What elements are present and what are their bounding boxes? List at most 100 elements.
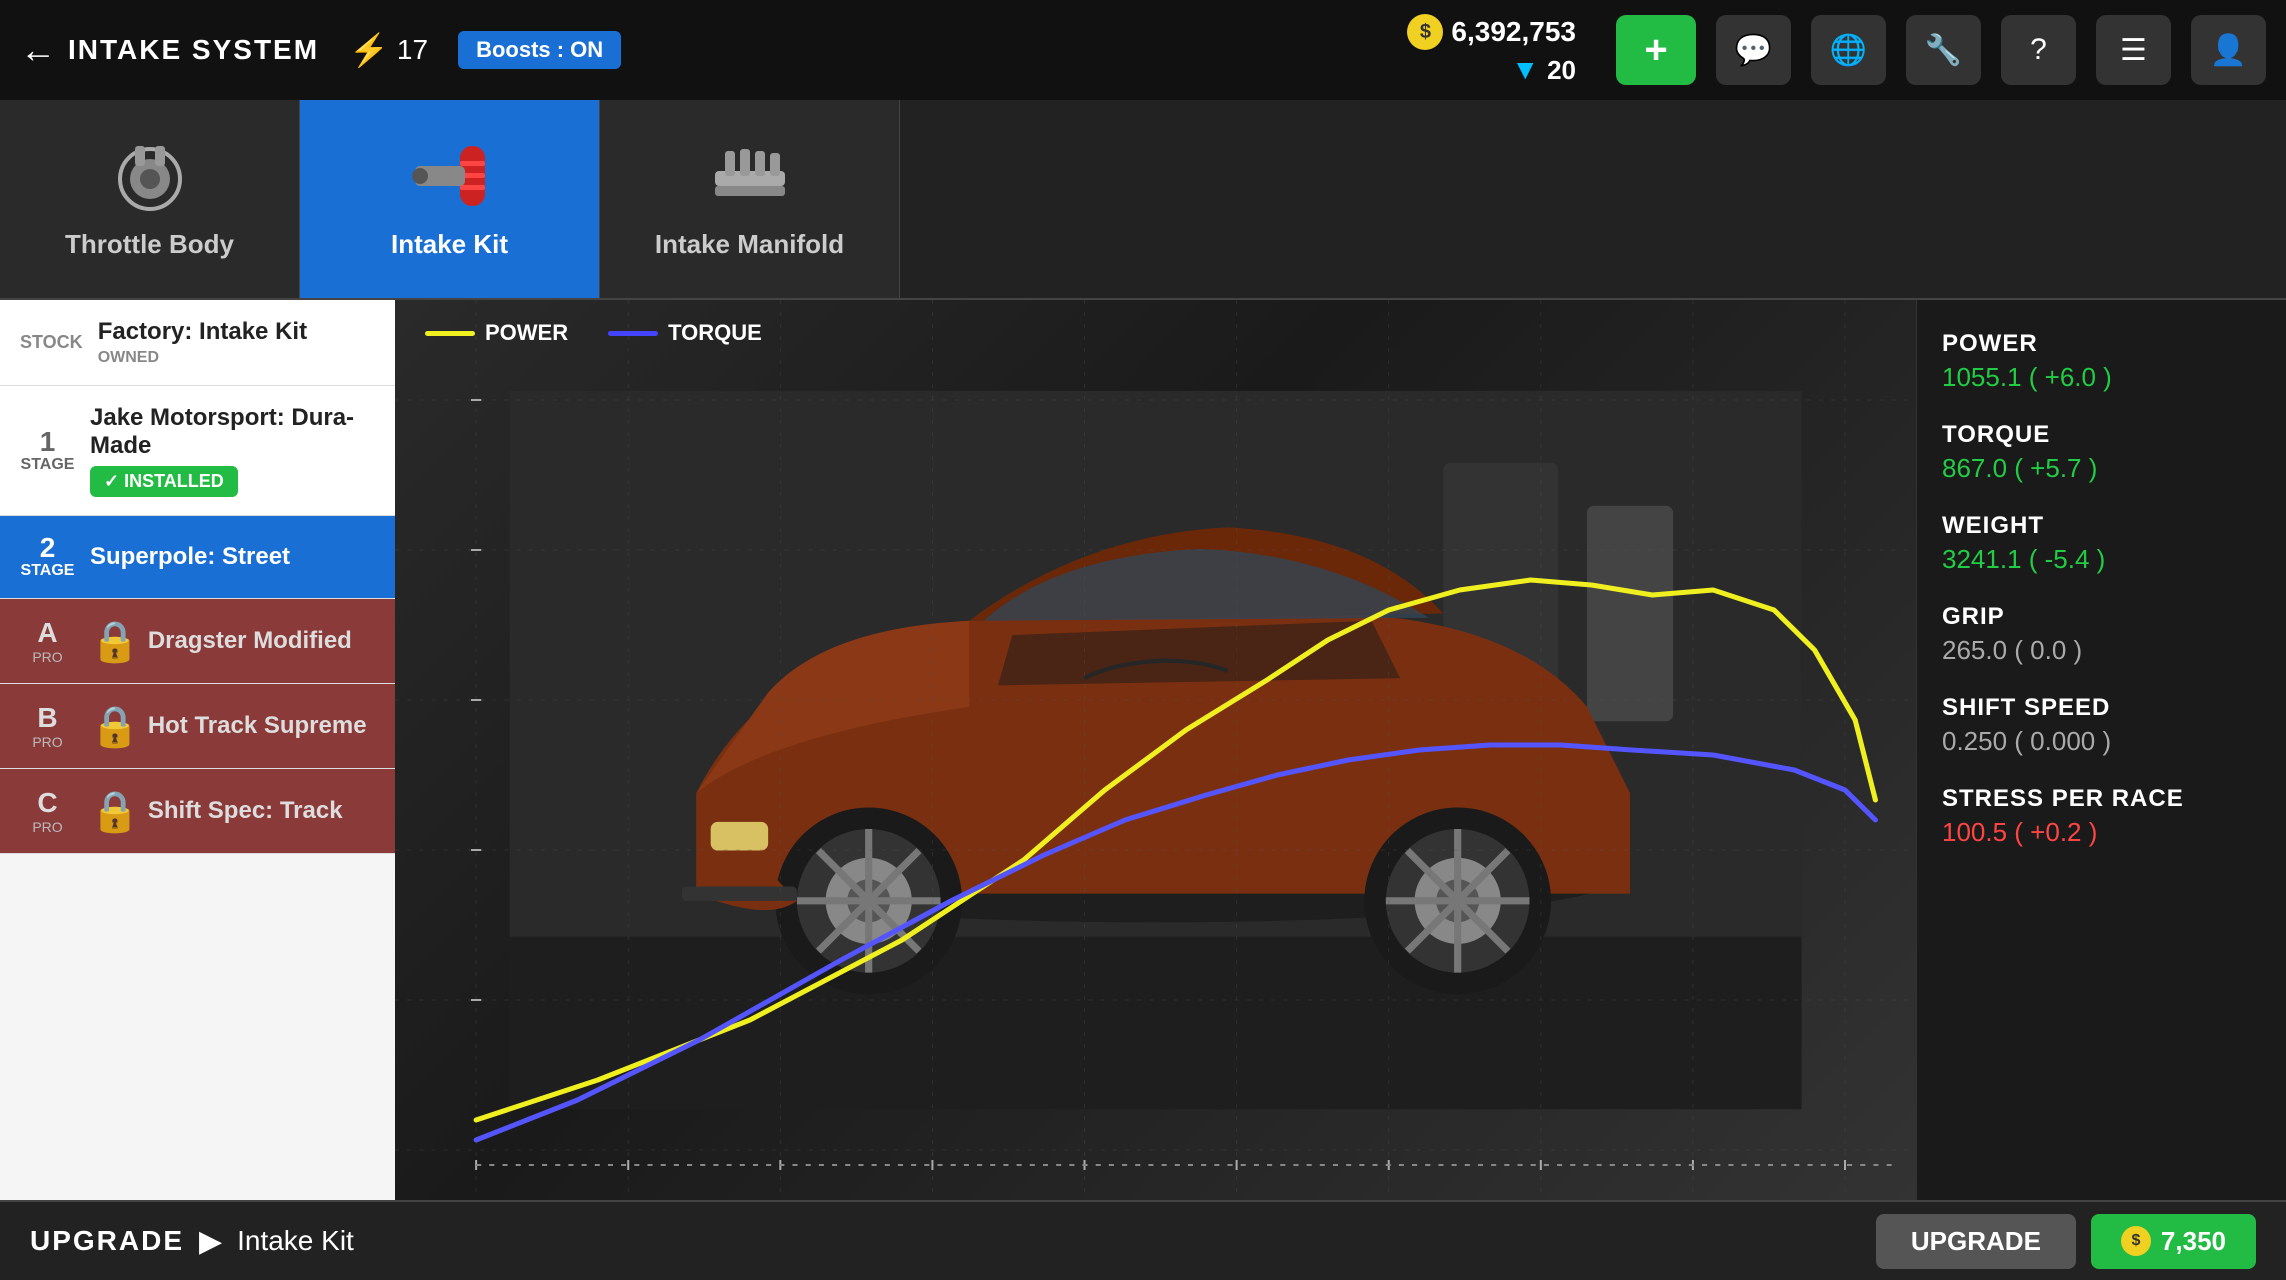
stat-power: POWER 1055.1 ( +6.0 ) — [1942, 330, 2261, 393]
torque-line-indicator — [608, 331, 658, 336]
legend-power-label: POWER — [485, 320, 568, 346]
legend-torque: TORQUE — [608, 320, 762, 346]
lightning-count: 17 — [397, 34, 428, 66]
tab-intake-kit[interactable]: Intake Kit — [300, 100, 600, 298]
lock-icon-c: 🔒 — [90, 788, 140, 835]
pro-c-info: 🔒 Shift Spec: Track — [90, 788, 375, 835]
pro-c-badge: C PRO — [20, 787, 75, 835]
list-item-stage2[interactable]: 2 STAGE Superpole: Street — [0, 516, 395, 599]
chart-legend: POWER TORQUE — [425, 320, 762, 346]
page-title: INTAKE SYSTEM — [68, 34, 319, 66]
tab-intake-manifold-label: Intake Manifold — [655, 229, 844, 260]
list-item-stock[interactable]: STOCK Factory: Intake Kit OWNED — [0, 300, 395, 386]
shift-speed-value: 0.250 ( 0.000 ) — [1942, 726, 2261, 757]
stress-label: STRESS PER RACE — [1942, 785, 2261, 813]
stat-weight: WEIGHT 3241.1 ( -5.4 ) — [1942, 512, 2261, 575]
torque-label: TORQUE — [1942, 421, 2261, 449]
stage2-badge: 2 STAGE — [20, 534, 75, 580]
throttle-body-icon — [100, 139, 200, 219]
stage1-info: Jake Motorsport: Dura-Made ✓ INSTALLED — [90, 404, 375, 497]
grip-value: 265.0 ( 0.0 ) — [1942, 635, 2261, 666]
tab-intake-kit-label: Intake Kit — [391, 229, 508, 260]
pro-b-badge: B PRO — [20, 702, 75, 750]
lightning-icon: ⚡ — [349, 31, 389, 69]
lightning-badge: ⚡ 17 — [349, 31, 428, 69]
pro-b-info: 🔒 Hot Track Supreme — [90, 703, 375, 750]
stage1-name: Jake Motorsport: Dura-Made — [90, 404, 375, 460]
stat-torque: TORQUE 867.0 ( +5.7 ) — [1942, 421, 2261, 484]
list-item-stage1[interactable]: 1 STAGE Jake Motorsport: Dura-Made ✓ INS… — [0, 386, 395, 516]
stat-shift-speed: SHIFT SPEED 0.250 ( 0.000 ) — [1942, 694, 2261, 757]
tab-intake-manifold[interactable]: Intake Manifold — [600, 100, 900, 298]
power-line-indicator — [425, 331, 475, 336]
gold-amount: 6,392,753 — [1451, 16, 1576, 48]
cost-coin-icon: $ — [2121, 1226, 2151, 1256]
back-button[interactable]: ← INTAKE SYSTEM — [20, 29, 319, 71]
stage2-info: Superpole: Street — [90, 543, 375, 571]
help-icon: ? — [2030, 33, 2047, 67]
stats-panel: POWER 1055.1 ( +6.0 ) TORQUE 867.0 ( +5.… — [1916, 300, 2286, 1200]
pro-b-name: 🔒 Hot Track Supreme — [90, 703, 375, 750]
globe-icon: 🌐 — [1830, 33, 1867, 68]
list-item-pro-a[interactable]: A PRO 🔒 Dragster Modified — [0, 599, 395, 684]
play-icon: ▶ — [199, 1224, 222, 1259]
gold-coin-icon: $ — [1407, 14, 1443, 50]
installed-badge: ✓ INSTALLED — [90, 466, 238, 497]
upgrade-item-name: Intake Kit — [237, 1225, 354, 1257]
chat-button[interactable]: 💬 — [1716, 15, 1791, 85]
tab-throttle-body[interactable]: Throttle Body — [0, 100, 300, 298]
back-arrow-icon: ← — [20, 29, 58, 71]
help-button[interactable]: ? — [2001, 15, 2076, 85]
stock-stage-badge: STOCK — [20, 332, 83, 353]
stock-item-info: Factory: Intake Kit OWNED — [98, 318, 375, 367]
tabs-row: Throttle Body Intake Kit — [0, 100, 2286, 300]
chat-icon: 💬 — [1735, 33, 1772, 68]
globe-button[interactable]: 🌐 — [1811, 15, 1886, 85]
torque-value: 867.0 ( +5.7 ) — [1942, 453, 2261, 484]
stock-item-name: Factory: Intake Kit — [98, 318, 375, 346]
currency-display: $ 6,392,753 ▼ 20 — [1407, 14, 1576, 86]
sidebar: STOCK Factory: Intake Kit OWNED 1 STAGE … — [0, 300, 395, 1200]
upgrade-cost-button[interactable]: $ 7,350 — [2091, 1214, 2256, 1269]
upgrade-cost: 7,350 — [2161, 1226, 2226, 1257]
lock-icon-b: 🔒 — [90, 703, 140, 750]
stress-value: 100.5 ( +0.2 ) — [1942, 817, 2261, 848]
stat-stress: STRESS PER RACE 100.5 ( +0.2 ) — [1942, 785, 2261, 848]
weight-value: 3241.1 ( -5.4 ) — [1942, 544, 2261, 575]
gem-amount: 20 — [1547, 55, 1576, 86]
power-value: 1055.1 ( +6.0 ) — [1942, 362, 2261, 393]
power-label: POWER — [1942, 330, 2261, 358]
main-content: STOCK Factory: Intake Kit OWNED 1 STAGE … — [0, 300, 2286, 1200]
shift-speed-label: SHIFT SPEED — [1942, 694, 2261, 722]
legend-power: POWER — [425, 320, 568, 346]
add-currency-button[interactable]: + — [1616, 15, 1696, 85]
upgrade-label: UPGRADE — [30, 1225, 184, 1257]
header: ← INTAKE SYSTEM ⚡ 17 Boosts : ON $ 6,392… — [0, 0, 2286, 100]
wrench-icon: 🔧 — [1925, 33, 1962, 68]
weight-label: WEIGHT — [1942, 512, 2261, 540]
chart-svg — [395, 300, 1916, 1200]
grip-label: GRIP — [1942, 603, 2261, 631]
profile-button[interactable]: 👤 — [2191, 15, 2266, 85]
tab-throttle-body-label: Throttle Body — [65, 229, 234, 260]
gem-currency: ▼ 20 — [1511, 54, 1576, 86]
pro-a-info: 🔒 Dragster Modified — [90, 618, 375, 665]
intake-manifold-icon — [700, 139, 800, 219]
profile-icon: 👤 — [2210, 33, 2247, 68]
bottom-right-actions: UPGRADE $ 7,350 — [1876, 1214, 2256, 1269]
menu-icon: ☰ — [2120, 33, 2147, 68]
intake-kit-icon — [400, 139, 500, 219]
list-item-pro-b[interactable]: B PRO 🔒 Hot Track Supreme — [0, 684, 395, 769]
upgrade-grey-button[interactable]: UPGRADE — [1876, 1214, 2076, 1269]
center-area: POWER TORQUE — [395, 300, 1916, 1200]
list-item-pro-c[interactable]: C PRO 🔒 Shift Spec: Track — [0, 769, 395, 854]
stage1-badge: 1 STAGE — [20, 428, 75, 474]
legend-torque-label: TORQUE — [668, 320, 762, 346]
gem-icon: ▼ — [1511, 54, 1539, 86]
gold-currency: $ 6,392,753 — [1407, 14, 1576, 50]
lock-icon-a: 🔒 — [90, 618, 140, 665]
menu-button[interactable]: ☰ — [2096, 15, 2171, 85]
boost-badge[interactable]: Boosts : ON — [458, 31, 621, 69]
wrench-button[interactable]: 🔧 — [1906, 15, 1981, 85]
pro-c-name: 🔒 Shift Spec: Track — [90, 788, 375, 835]
